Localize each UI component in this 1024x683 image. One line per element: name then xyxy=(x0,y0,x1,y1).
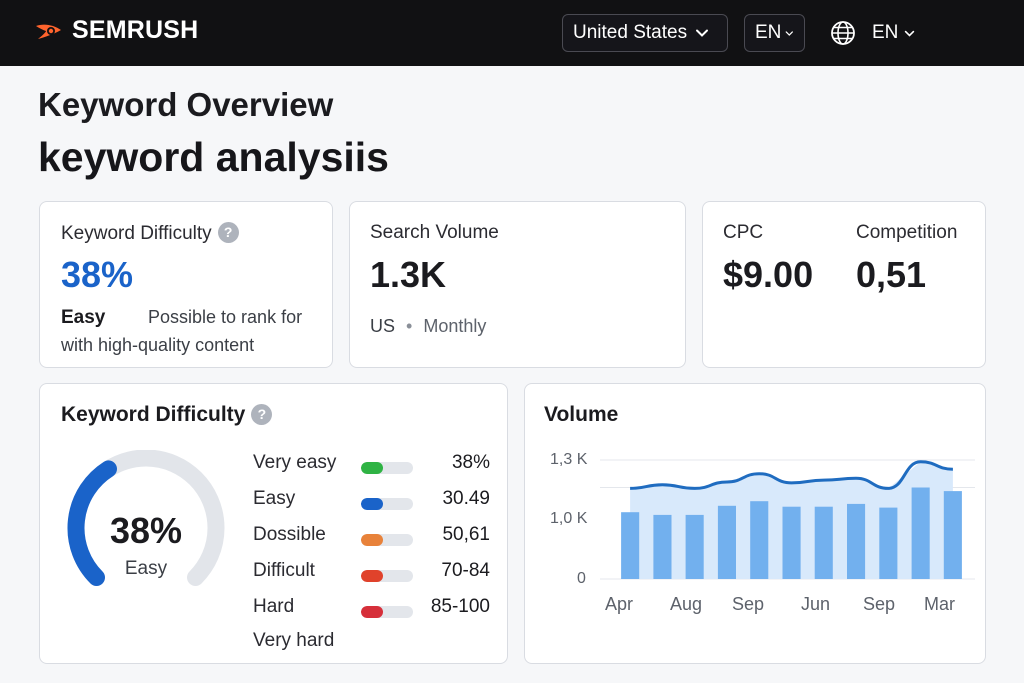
volume-bar[interactable] xyxy=(782,506,801,579)
cpc-label: CPC xyxy=(723,222,764,243)
search-volume-label: Search Volume xyxy=(370,222,499,243)
y-axis-tick: 0 xyxy=(577,570,586,587)
cpc-value: $9.00 xyxy=(723,254,814,295)
difficulty-row-bar xyxy=(361,534,413,546)
interface-language-value: EN xyxy=(872,22,899,43)
volume-bar[interactable] xyxy=(717,505,736,579)
difficulty-row-bar-fill xyxy=(361,534,383,546)
country-select[interactable]: United States xyxy=(562,14,728,52)
search-volume-meta: US • Monthly xyxy=(370,316,486,337)
gauge-value: 38% xyxy=(109,510,183,551)
keyword-difficulty-card-header: Keyword Difficulty? xyxy=(61,222,239,245)
difficulty-row-bar xyxy=(361,498,413,510)
volume-bar[interactable] xyxy=(621,512,640,579)
x-axis-tick: Apr xyxy=(605,594,634,614)
keyword-difficulty-panel-title: Keyword Difficulty xyxy=(61,403,246,426)
separator-dot: • xyxy=(406,316,413,336)
page-title-keyword: keyword analysiis xyxy=(38,134,389,180)
search-volume-period: Monthly xyxy=(423,316,487,336)
volume-bar[interactable] xyxy=(814,506,833,579)
difficulty-row-bar-fill xyxy=(361,570,383,582)
x-axis-tick: Jun xyxy=(801,594,831,614)
difficulty-row-label: Difficult xyxy=(253,560,315,581)
difficulty-row-value: 50,61 xyxy=(442,524,490,545)
volume-bar[interactable] xyxy=(750,501,769,579)
brand-name: SEMRUSH xyxy=(72,16,199,44)
difficulty-row-value: 38% xyxy=(451,452,490,473)
database-language-select[interactable]: EN xyxy=(744,14,805,52)
difficulty-row-difficult: Difficult 70-84 xyxy=(253,560,490,590)
difficulty-row-very-hard: Very hard xyxy=(253,630,490,660)
search-volume-value: 1.3K xyxy=(370,254,447,295)
difficulty-row-bar-fill xyxy=(361,606,383,618)
difficulty-row-label: Very easy xyxy=(253,452,337,473)
difficulty-row-bar-fill xyxy=(361,462,383,474)
volume-bar[interactable] xyxy=(911,487,930,580)
volume-panel-title: Volume xyxy=(544,403,619,426)
x-axis-tick: Mar xyxy=(924,594,955,614)
difficulty-levels-list: Very easy 38% Easy 30.49 Dossible 50,61 … xyxy=(253,452,490,652)
gauge-label: Easy xyxy=(124,558,168,579)
keyword-difficulty-label: Keyword Difficulty xyxy=(61,223,212,244)
volume-bar[interactable] xyxy=(847,503,866,579)
difficulty-row-bar xyxy=(361,462,413,474)
difficulty-row-possible: Dossible 50,61 xyxy=(253,524,490,554)
chevron-down-icon xyxy=(696,29,709,37)
database-language-value: EN xyxy=(755,22,782,43)
help-icon[interactable]: ? xyxy=(217,222,239,243)
country-select-value: United States xyxy=(573,22,688,43)
x-axis-tick: Sep xyxy=(863,594,896,614)
difficulty-description-line-2: with high-quality content xyxy=(61,335,255,355)
difficulty-row-value: 70-84 xyxy=(441,560,490,581)
interface-language-select[interactable]: EN xyxy=(830,14,915,52)
volume-bar[interactable] xyxy=(685,514,704,579)
difficulty-row-label: Easy xyxy=(253,488,296,509)
difficulty-level: Easy xyxy=(61,307,106,328)
competition-label: Competition xyxy=(856,222,958,243)
difficulty-row-bar-fill xyxy=(361,498,383,510)
keyword-difficulty-panel-header: Keyword Difficulty? xyxy=(61,403,273,427)
top-navigation-bar: SEMRUSH United States EN EN xyxy=(0,0,1024,66)
y-axis-tick: 1,3 K xyxy=(550,451,588,468)
search-volume-country: US xyxy=(370,316,396,336)
difficulty-row-bar xyxy=(361,570,413,582)
chevron-down-icon xyxy=(905,30,915,37)
difficulty-row-bar xyxy=(361,606,413,618)
difficulty-row-easy: Easy 30.49 xyxy=(253,488,490,518)
keyword-difficulty-value: 38% xyxy=(61,254,134,295)
search-volume-card: Search Volume 1.3K US • Monthly xyxy=(349,201,686,368)
globe-icon xyxy=(831,21,855,45)
difficulty-row-label: Hard xyxy=(253,596,295,617)
page-subtitle: Keyword Overview xyxy=(38,86,334,123)
competition-value: 0,51 xyxy=(856,254,927,295)
volume-bar[interactable] xyxy=(879,507,898,579)
cpc-competition-card: CPC $9.00 Competition 0,51 xyxy=(702,201,986,368)
help-icon[interactable]: ? xyxy=(251,404,273,425)
difficulty-row-value: 30.49 xyxy=(442,488,490,509)
difficulty-row-value: 85-100 xyxy=(430,596,490,617)
brand-logo[interactable]: SEMRUSH xyxy=(34,16,198,45)
difficulty-row-hard: Hard 85-100 xyxy=(253,596,490,626)
x-axis-ticks: Apr Aug Sep Jun Sep Mar xyxy=(525,594,987,618)
volume-bar[interactable] xyxy=(943,491,962,579)
difficulty-row-label: Very hard xyxy=(253,630,335,651)
difficulty-row-label: Dossible xyxy=(253,524,326,545)
difficulty-description-line-1: Possible to rank for xyxy=(148,307,303,327)
volume-bar[interactable] xyxy=(653,514,672,579)
chevron-down-icon xyxy=(786,30,794,36)
difficulty-row-very-easy: Very easy 38% xyxy=(253,452,490,482)
semrush-logo-icon xyxy=(36,24,61,39)
keyword-difficulty-panel: Keyword Difficulty? 38% Easy Very easy 3… xyxy=(39,383,508,664)
x-axis-tick: Sep xyxy=(732,594,765,614)
keyword-difficulty-card: Keyword Difficulty? 38% Easy Possible to… xyxy=(39,201,333,368)
volume-chart-plot xyxy=(600,459,975,580)
x-axis-tick: Aug xyxy=(670,594,703,614)
volume-panel: Volume 1,3 K 1,0 K 0 Apr Aug Sep Jun Sep… xyxy=(524,383,986,664)
y-axis-tick: 1,0 K xyxy=(550,510,588,527)
